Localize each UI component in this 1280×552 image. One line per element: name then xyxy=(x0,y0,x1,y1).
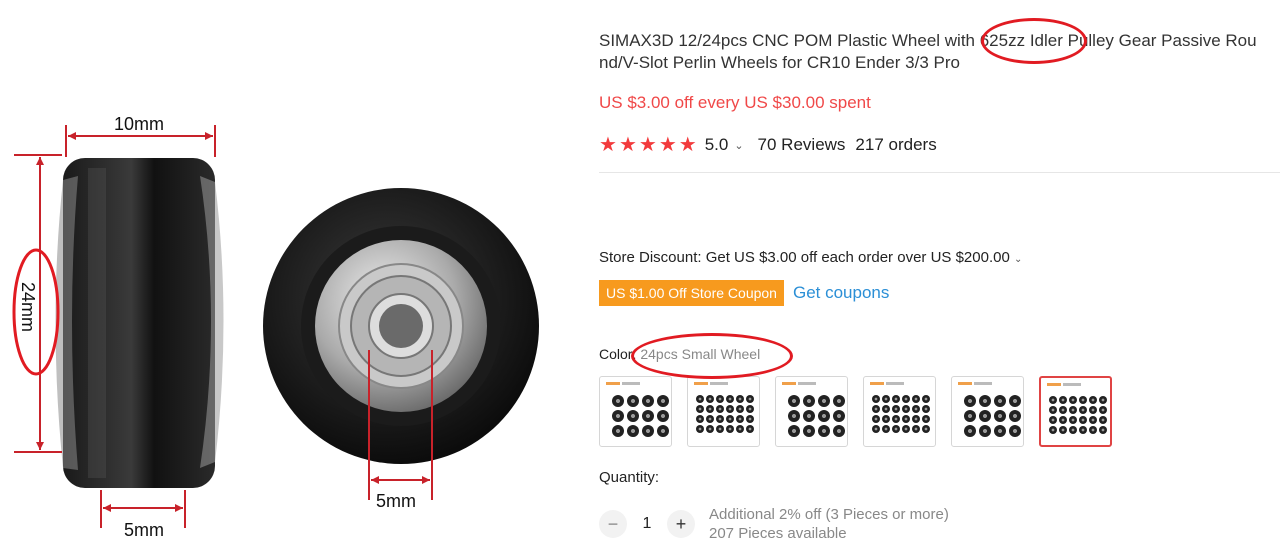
swatch-option[interactable] xyxy=(687,376,760,447)
store-discount[interactable]: Store Discount: Get US $3.00 off each or… xyxy=(599,249,1022,266)
dim-height-label: 24mm xyxy=(18,282,38,332)
promo-text: US $3.00 off every US $30.00 spent xyxy=(599,93,871,112)
star-icon: ★ xyxy=(599,134,617,156)
swatch-option[interactable] xyxy=(599,376,672,447)
front-view-wheel xyxy=(263,188,539,464)
product-title: SIMAX3D 12/24pcs CNC POM Plastic Wheel w… xyxy=(599,30,1280,74)
wheel-illustration: 10mm 24mm 5mm 5mm xyxy=(12,114,539,540)
dim-side-label: 5mm xyxy=(124,520,164,540)
store-discount-text: Store Discount: Get US $3.00 off each or… xyxy=(599,249,1010,266)
quantity-increase-button[interactable]: + xyxy=(667,510,695,538)
swatch-option[interactable] xyxy=(775,376,848,447)
quantity-value[interactable]: 1 xyxy=(627,515,667,533)
swatch-option[interactable] xyxy=(863,376,936,447)
rating-row: ★ ★ ★ ★ ★ 5.0 ⌄ 70 Reviews 217 orders xyxy=(599,134,937,156)
quantity-stepper: − 1 + Additional 2% off (3 Pieces or mor… xyxy=(599,505,949,543)
rating-value[interactable]: 5.0 xyxy=(705,135,729,155)
star-rating: ★ ★ ★ ★ ★ xyxy=(599,135,697,155)
chevron-down-icon[interactable]: ⌄ xyxy=(734,139,743,152)
side-view-wheel xyxy=(55,158,224,488)
orders-count: 217 orders xyxy=(855,135,937,154)
dim-bore-label: 5mm xyxy=(376,491,416,511)
selected-color-value: 24pcs Small Wheel xyxy=(640,346,761,362)
swatch-option-selected[interactable] xyxy=(1039,376,1112,447)
star-icon: ★ xyxy=(618,134,637,156)
quantity-notes: Additional 2% off (3 Pieces or more) 207… xyxy=(709,505,949,543)
quantity-label: Quantity: xyxy=(599,469,660,486)
coupon-row: US $1.00 Off Store Coupon Get coupons xyxy=(599,280,889,306)
product-image: 10mm 24mm 5mm 5mm xyxy=(0,0,590,552)
product-info-panel: SIMAX3D 12/24pcs CNC POM Plastic Wheel w… xyxy=(599,0,1280,552)
star-icon: ★ xyxy=(638,134,657,156)
product-title-line-1: SIMAX3D 12/24pcs CNC POM Plastic Wheel w… xyxy=(599,31,1257,50)
swatch-option[interactable] xyxy=(951,376,1024,447)
star-icon: ★ xyxy=(658,134,677,156)
color-label: Color: xyxy=(599,346,637,362)
quantity-decrease-button[interactable]: − xyxy=(599,510,627,538)
color-swatches xyxy=(599,376,1112,447)
stock-available-note: 207 Pieces available xyxy=(709,525,847,542)
bulk-discount-note: Additional 2% off (3 Pieces or more) xyxy=(709,506,949,523)
reviews-link[interactable]: 70 Reviews xyxy=(758,135,846,155)
store-coupon-tag[interactable]: US $1.00 Off Store Coupon xyxy=(599,280,784,306)
chevron-down-icon[interactable]: ⌄ xyxy=(1014,254,1022,265)
star-icon: ★ xyxy=(678,134,697,156)
divider xyxy=(599,172,1280,173)
get-coupons-link[interactable]: Get coupons xyxy=(793,283,889,303)
product-title-line-2: nd/V-Slot Perlin Wheels for CR10 Ender 3… xyxy=(599,53,960,72)
dim-width-label: 10mm xyxy=(114,114,164,134)
color-selector-label: Color: 24pcs Small Wheel xyxy=(599,346,760,362)
